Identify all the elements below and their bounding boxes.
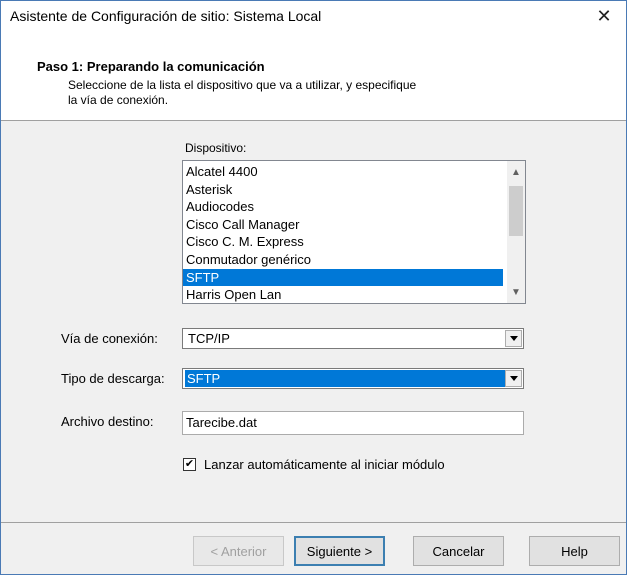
step-title: Paso 1: Preparando la comunicación bbox=[37, 59, 265, 74]
autostart-label[interactable]: Lanzar automáticamente al iniciar módulo bbox=[204, 457, 445, 472]
footer-divider bbox=[1, 522, 626, 523]
step-desc-line2: la vía de conexión. bbox=[68, 93, 169, 107]
device-list-item[interactable]: Audiocodes bbox=[183, 198, 503, 216]
autostart-checkbox[interactable]: ✔ bbox=[183, 458, 196, 471]
close-button[interactable]: ✕ bbox=[582, 1, 626, 31]
title-bar: Asistente de Configuración de sitio: Sis… bbox=[1, 1, 626, 31]
target-file-input[interactable]: Tarecibe.dat bbox=[182, 411, 524, 435]
next-button[interactable]: Siguiente > bbox=[294, 536, 385, 566]
download-type-value: SFTP bbox=[185, 370, 506, 387]
download-type-select[interactable]: SFTP bbox=[182, 368, 524, 389]
device-list-item[interactable]: Asterisk bbox=[183, 181, 503, 199]
step-description: Seleccione de la lista el dispositivo qu… bbox=[68, 78, 508, 108]
cancel-button[interactable]: Cancelar bbox=[413, 536, 504, 566]
device-list-item[interactable]: Conmutador genérico bbox=[183, 251, 503, 269]
scroll-up-icon[interactable]: ▲ bbox=[507, 163, 525, 181]
device-listbox[interactable]: Alcatel 4400 Asterisk Audiocodes Cisco Call… bbox=[182, 160, 526, 304]
device-list-item[interactable]: Harris Open Lan bbox=[183, 286, 503, 303]
header-panel: Paso 1: Preparando la comunicación Selec… bbox=[1, 31, 626, 121]
step-desc-line1: Seleccione de la lista el dispositivo qu… bbox=[68, 78, 417, 92]
help-button[interactable]: Help bbox=[529, 536, 620, 566]
download-type-label: Tipo de descarga: bbox=[61, 371, 165, 386]
content-area: Dispositivo: Alcatel 4400 Asterisk Audioco… bbox=[1, 121, 626, 521]
chevron-down-icon bbox=[509, 336, 518, 341]
scroll-thumb[interactable] bbox=[509, 186, 523, 236]
device-list-items: Alcatel 4400 Asterisk Audiocodes Cisco Call… bbox=[183, 163, 503, 303]
device-list-item[interactable]: Alcatel 4400 bbox=[183, 163, 503, 181]
back-button[interactable]: < Anterior bbox=[193, 536, 284, 566]
target-file-label: Archivo destino: bbox=[61, 414, 154, 429]
download-type-dropdown-button[interactable] bbox=[505, 370, 522, 387]
scroll-down-icon[interactable]: ▼ bbox=[507, 283, 525, 301]
device-list-item[interactable]: Cisco Call Manager bbox=[183, 216, 503, 234]
device-list-scrollbar[interactable]: ▲ ▼ bbox=[507, 161, 525, 303]
connection-select[interactable]: TCP/IP bbox=[182, 328, 524, 349]
device-label: Dispositivo: bbox=[185, 141, 247, 155]
window-title: Asistente de Configuración de sitio: Sis… bbox=[10, 8, 322, 24]
check-icon: ✔ bbox=[184, 458, 195, 470]
wizard-window: Asistente de Configuración de sitio: Sis… bbox=[0, 0, 627, 575]
connection-dropdown-button[interactable] bbox=[505, 330, 522, 347]
chevron-down-icon bbox=[509, 376, 518, 381]
close-icon: ✕ bbox=[596, 5, 612, 26]
connection-label: Vía de conexión: bbox=[61, 331, 158, 346]
device-list-item[interactable]: SFTP bbox=[183, 268, 503, 287]
connection-value: TCP/IP bbox=[188, 331, 230, 346]
device-list-item[interactable]: Cisco C. M. Express bbox=[183, 233, 503, 251]
